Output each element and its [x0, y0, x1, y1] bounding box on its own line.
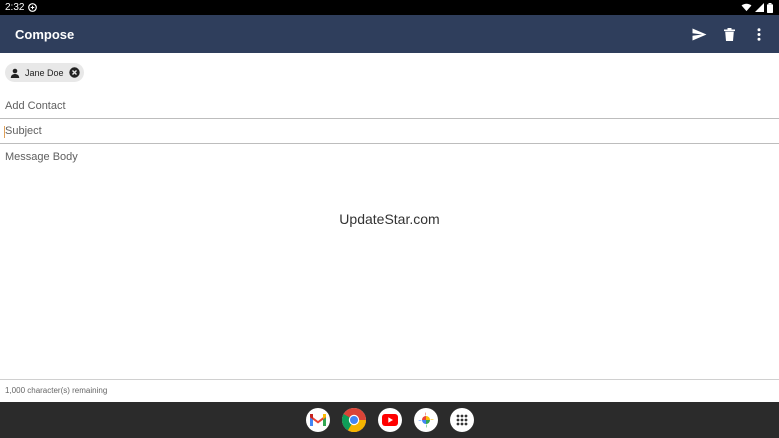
youtube-app[interactable] — [377, 408, 402, 432]
taskbar — [0, 402, 779, 438]
gmail-app[interactable] — [305, 408, 330, 432]
add-contact-field[interactable]: Add Contact — [0, 100, 779, 119]
battery-icon — [767, 2, 773, 13]
send-button[interactable] — [691, 26, 707, 42]
status-right — [741, 2, 779, 13]
vpn-icon — [28, 3, 38, 12]
more-vert-icon — [757, 27, 761, 41]
gmail-icon — [309, 414, 326, 426]
signal-icon — [755, 3, 764, 12]
send-icon — [692, 28, 706, 40]
youtube-icon — [381, 414, 398, 426]
subject-field[interactable]: Subject — [0, 125, 779, 144]
status-left: 2:32 — [0, 2, 38, 13]
person-icon — [10, 68, 20, 78]
trash-icon — [723, 27, 735, 41]
message-body-field[interactable]: Message Body — [0, 151, 779, 351]
wifi-icon — [741, 3, 752, 12]
recipient-name: Jane Doe — [25, 67, 64, 78]
photos-app[interactable] — [413, 408, 438, 432]
photos-icon — [417, 412, 434, 428]
app-drawer-icon — [456, 414, 467, 426]
page-title: Compose — [15, 26, 75, 42]
footer-divider — [0, 379, 779, 380]
more-options-button[interactable] — [751, 26, 767, 42]
characters-remaining: 1,000 character(s) remaining — [5, 386, 108, 395]
chrome-app[interactable] — [341, 408, 366, 432]
delete-button[interactable] — [721, 26, 737, 42]
app-bar: Compose — [0, 15, 779, 53]
status-time: 2:32 — [5, 2, 25, 13]
app-drawer-button[interactable] — [449, 408, 474, 432]
close-circle-icon — [68, 67, 80, 78]
remove-recipient-button[interactable] — [68, 67, 80, 78]
watermark: UpdateStar.com — [339, 211, 440, 227]
status-bar: 2:32 — [0, 0, 779, 15]
chrome-icon — [341, 408, 366, 432]
app-actions — [691, 26, 779, 42]
recipient-chip[interactable]: Jane Doe — [5, 63, 84, 82]
text-cursor — [4, 126, 5, 138]
